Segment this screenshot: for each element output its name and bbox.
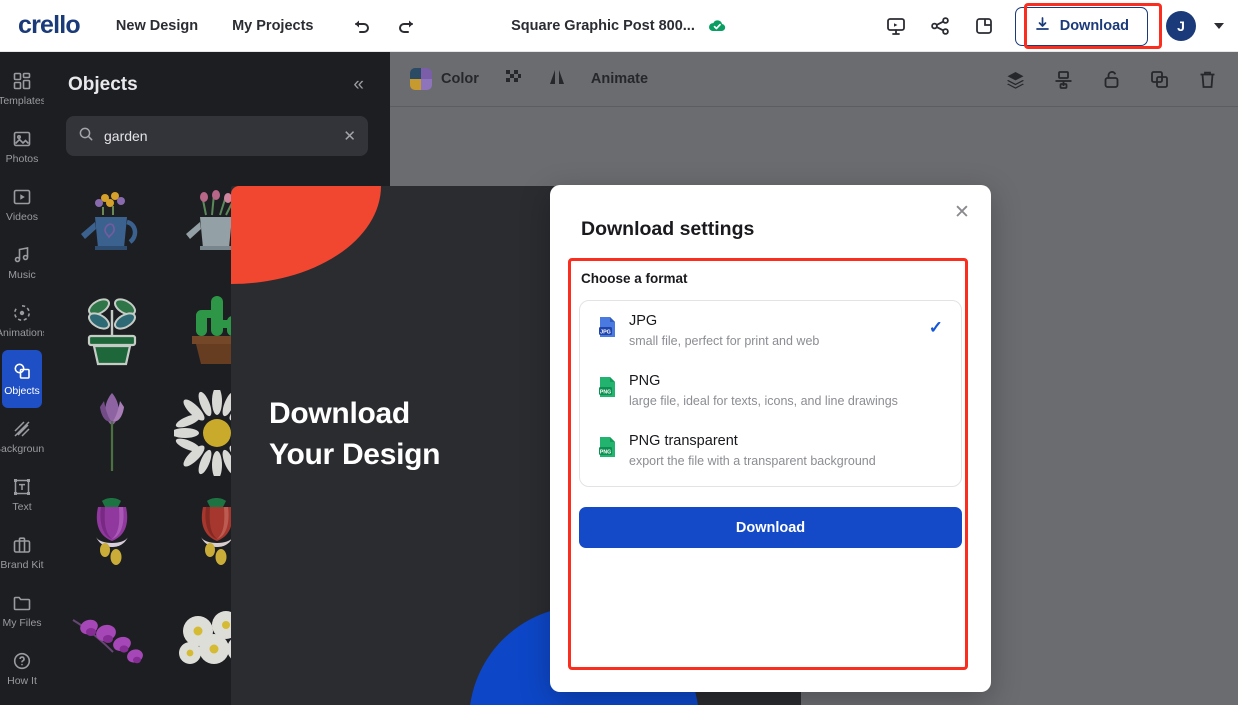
- format-list[interactable]: JPG JPG small file, perfect for print an…: [579, 300, 962, 487]
- format-option-png[interactable]: PNG PNG large file, ideal for texts, ico…: [580, 361, 961, 421]
- jpg-file-icon: JPG: [598, 316, 617, 338]
- format-option-jpg[interactable]: JPG JPG small file, perfect for print an…: [580, 301, 961, 361]
- svg-text:JPG: JPG: [600, 329, 611, 335]
- format-name: JPG: [629, 313, 658, 329]
- format-name: PNG transparent: [629, 433, 738, 450]
- format-desc: large file, ideal for texts, icons, and …: [629, 393, 898, 408]
- choose-format-label: Choose a format: [581, 271, 688, 286]
- svg-text:PNG: PNG: [600, 449, 611, 455]
- png-file-icon: PNG: [598, 376, 617, 398]
- format-desc: small file, perfect for print and web: [629, 333, 820, 348]
- format-option-pdf-standard[interactable]: PDF Standard web-ready file, perfect for…: [580, 481, 961, 486]
- close-icon[interactable]: ✕: [949, 199, 975, 225]
- format-name: PNG: [629, 373, 661, 390]
- format-option-png-transparent[interactable]: PNG PNG transparent export the file with…: [580, 421, 961, 481]
- modal-download-button[interactable]: Download: [579, 507, 962, 548]
- svg-text:PNG: PNG: [600, 389, 611, 395]
- format-desc: export the file with a transparent backg…: [629, 453, 876, 468]
- download-settings-modal: ✕ Download settings Choose a format JPG …: [550, 185, 991, 692]
- png-file-icon: PNG: [598, 436, 617, 458]
- modal-title: Download settings: [581, 218, 755, 240]
- crello-editor-window: crello New Design My Projects Square Gra…: [0, 0, 1238, 705]
- check-icon: ✓: [928, 318, 943, 337]
